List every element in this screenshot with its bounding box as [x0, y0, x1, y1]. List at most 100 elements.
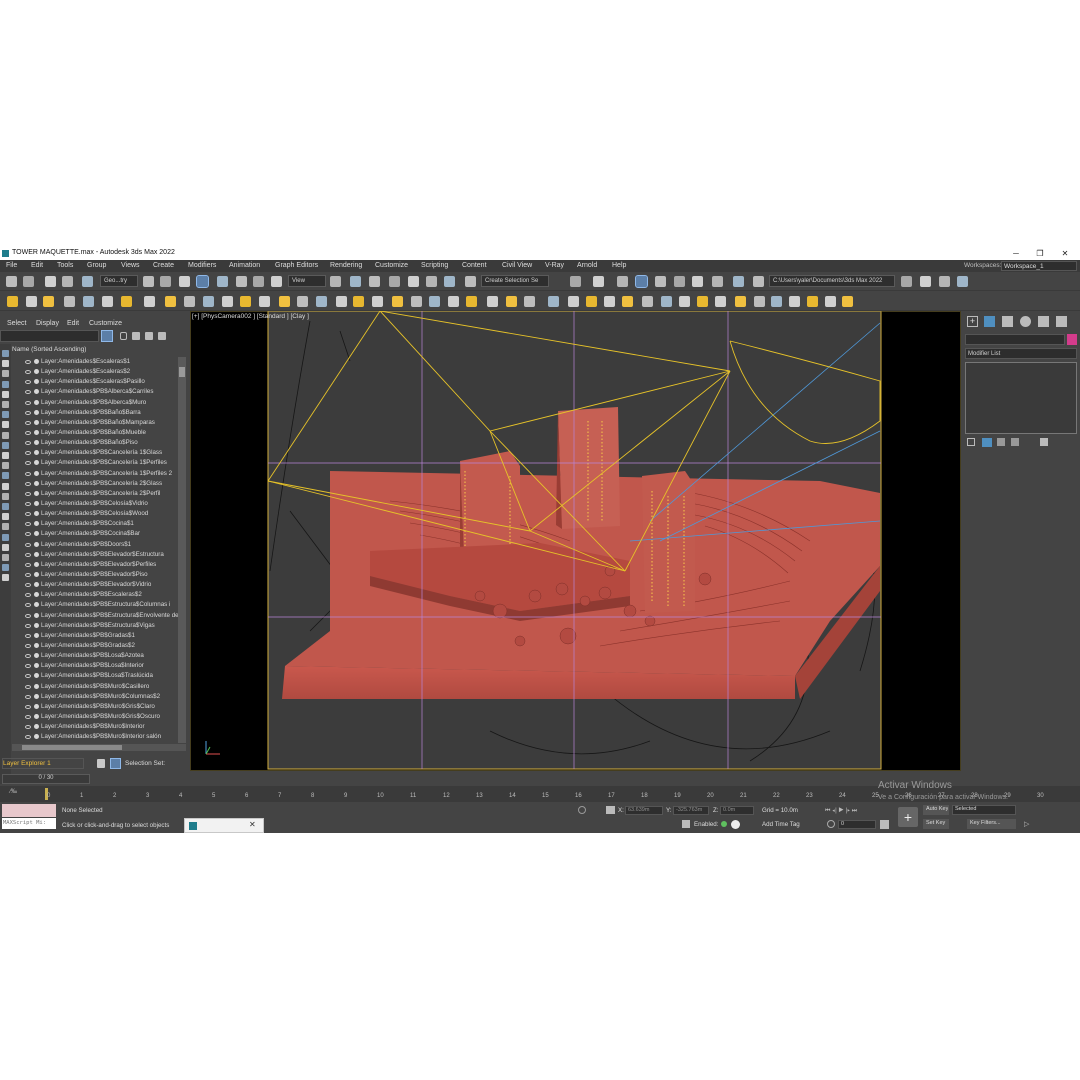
main-toolbar-tool-18-icon[interactable]	[408, 276, 419, 287]
render-toolbar-tool-2-icon[interactable]	[26, 296, 37, 307]
layer-row[interactable]: Layer:Amenidades$PB$Losa$Traslúcida	[12, 671, 178, 681]
main-toolbar-tool-27-icon[interactable]	[674, 276, 685, 287]
remove-modifier-icon[interactable]	[1011, 438, 1019, 446]
layer-row[interactable]: Layer:Amenidades$PB$Cancelería 1$Glass	[12, 448, 178, 458]
layer-status-icon[interactable]	[34, 450, 39, 456]
layer-status-icon[interactable]	[34, 429, 39, 435]
render-toolbar-tool-14-icon[interactable]	[259, 296, 270, 307]
layer-status-icon[interactable]	[34, 440, 39, 446]
render-toolbar-tool-24-icon[interactable]	[448, 296, 459, 307]
explorer-filter-8-icon[interactable]	[2, 421, 9, 429]
taskbar-preview-popup[interactable]: ✕	[184, 818, 264, 833]
frame-counter[interactable]: 0 / 30	[2, 774, 90, 784]
modifier-list-dropdown[interactable]: Modifier List	[965, 348, 1077, 359]
layer-row[interactable]: Layer:Amenidades$Escaleras$1	[12, 357, 178, 367]
render-toolbar-tool-37-icon[interactable]	[697, 296, 708, 307]
render-toolbar-tool-30-icon[interactable]	[568, 296, 579, 307]
explorer-menu-edit[interactable]: Edit	[67, 320, 79, 327]
visibility-eye-icon[interactable]	[25, 512, 31, 517]
layer-row[interactable]: Layer:Amenidades$PB$Cancelería 1$Perfile…	[12, 458, 178, 468]
maximize-button[interactable]: ❐	[1033, 248, 1047, 259]
explorer-filter-7-icon[interactable]	[2, 411, 9, 419]
lock-icon[interactable]	[120, 332, 127, 340]
visibility-eye-icon[interactable]	[25, 583, 31, 588]
menu-scripting[interactable]: Scripting	[421, 262, 448, 269]
adaptive-degradation-icon[interactable]	[721, 821, 727, 827]
explorer-filter-14-icon[interactable]	[2, 482, 9, 490]
main-toolbar-tool-28-icon[interactable]	[692, 276, 703, 287]
visibility-eye-icon[interactable]	[25, 380, 31, 385]
render-toolbar-tool-4-icon[interactable]	[64, 296, 75, 307]
menu-content[interactable]: Content	[462, 262, 487, 269]
layer-row[interactable]: Layer:Amenidades$PB$Muro$Columnas$2	[12, 692, 178, 702]
render-toolbar-tool-38-icon[interactable]	[715, 296, 726, 307]
main-toolbar-tool-21-icon[interactable]	[465, 276, 476, 287]
render-toolbar-tool-45-icon[interactable]	[842, 296, 853, 307]
layer-row[interactable]: Layer:Amenidades$PB$Cocina$1	[12, 519, 178, 529]
visibility-eye-icon[interactable]	[25, 694, 31, 699]
visibility-eye-icon[interactable]	[25, 522, 31, 527]
create-tab-icon[interactable]: +	[967, 316, 978, 327]
configure-modifier-sets-icon[interactable]	[1040, 438, 1048, 446]
layer-row[interactable]: Layer:Amenidades$PB$Gradas$2	[12, 641, 178, 651]
visibility-eye-icon[interactable]	[25, 725, 31, 730]
layer-row[interactable]: Layer:Amenidades$PB$Estructura$Envolvent…	[12, 611, 178, 621]
visibility-eye-icon[interactable]	[25, 643, 31, 648]
selection-filter-dropdown[interactable]: Geo...try	[100, 275, 138, 287]
layer-status-icon[interactable]	[34, 582, 39, 588]
menu-help[interactable]: Help	[612, 262, 626, 269]
visibility-eye-icon[interactable]	[25, 572, 31, 577]
main-toolbar-tool-32-icon[interactable]	[901, 276, 912, 287]
menu-rendering[interactable]: Rendering	[330, 262, 362, 269]
render-toolbar-tool-41-icon[interactable]	[771, 296, 782, 307]
layer-row[interactable]: Layer:Amenidades$PB$Elevador$Perfiles	[12, 560, 178, 570]
render-toolbar-tool-15-icon[interactable]	[279, 296, 290, 307]
menu-arnold[interactable]: Arnold	[577, 262, 597, 269]
render-toolbar-tool-29-icon[interactable]	[548, 296, 559, 307]
main-toolbar-tool-25-icon[interactable]	[635, 275, 648, 288]
layer-status-icon[interactable]	[34, 480, 39, 486]
layer-row[interactable]: Layer:Amenidades$PB$Muro$Interior	[12, 722, 178, 732]
z-coordinate-field[interactable]: 0.0m	[720, 806, 754, 815]
render-toolbar-tool-44-icon[interactable]	[825, 296, 836, 307]
explorer-filter-21-icon[interactable]	[2, 554, 9, 561]
explorer-search-input[interactable]	[0, 330, 99, 342]
main-toolbar-tool-12-icon[interactable]	[253, 276, 264, 287]
layer-row[interactable]: Layer:Amenidades$PB$Cancelería 1$Perfile…	[12, 469, 178, 479]
render-toolbar-tool-21-icon[interactable]	[392, 296, 403, 307]
popup-close-icon[interactable]: ✕	[249, 820, 256, 829]
x-coordinate-field[interactable]: 63.639m	[625, 806, 663, 815]
main-toolbar-tool-31-icon[interactable]	[753, 276, 764, 287]
main-toolbar-tool-23-icon[interactable]	[593, 276, 604, 287]
layer-row[interactable]: Layer:Amenidades$PB$Celosía$Wood	[12, 509, 178, 519]
layer-row[interactable]: Layer:Amenidades$PB$Celosía$Vidrio	[12, 499, 178, 509]
visibility-eye-icon[interactable]	[25, 704, 31, 709]
hierarchy-icon[interactable]	[132, 332, 140, 340]
render-toolbar-tool-16-icon[interactable]	[297, 296, 308, 307]
object-name-input[interactable]	[965, 334, 1065, 345]
object-color-swatch[interactable]	[1067, 334, 1077, 345]
layer-status-icon[interactable]	[34, 379, 39, 385]
visibility-eye-icon[interactable]	[25, 400, 31, 405]
menu-modifiers[interactable]: Modifiers	[188, 262, 216, 269]
render-toolbar-tool-3-icon[interactable]	[43, 296, 54, 307]
render-toolbar-tool-7-icon[interactable]	[121, 296, 132, 307]
render-toolbar-tool-10-icon[interactable]	[184, 296, 195, 307]
layer-status-icon[interactable]	[34, 612, 39, 618]
layer-status-icon[interactable]	[34, 490, 39, 496]
render-toolbar-tool-39-icon[interactable]	[735, 296, 746, 307]
main-toolbar-tool-8-icon[interactable]	[179, 276, 190, 287]
camera-viewport[interactable]: [+] [PhysCamera002 ] [Standard ] [Clay ]	[190, 311, 961, 771]
render-toolbar-tool-42-icon[interactable]	[789, 296, 800, 307]
layer-row[interactable]: Layer:Amenidades$PB$Estructura$Vigas	[12, 621, 178, 631]
workspace-dropdown[interactable]: Workspace_1	[1001, 261, 1077, 271]
visibility-eye-icon[interactable]	[25, 441, 31, 446]
layer-status-icon[interactable]	[34, 592, 39, 598]
render-toolbar-tool-17-icon[interactable]	[316, 296, 327, 307]
explorer-filter-2-icon[interactable]	[2, 360, 9, 368]
main-toolbar-tool-7-icon[interactable]	[160, 276, 171, 287]
render-toolbar-tool-43-icon[interactable]	[807, 296, 818, 307]
layer-row[interactable]: Layer:Amenidades$PB$Baño$Piso	[12, 438, 178, 448]
visibility-eye-icon[interactable]	[25, 603, 31, 608]
layer-status-icon[interactable]	[34, 541, 39, 547]
